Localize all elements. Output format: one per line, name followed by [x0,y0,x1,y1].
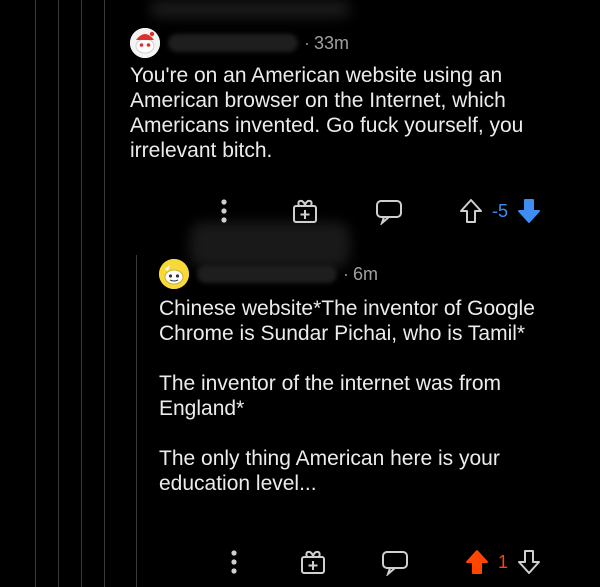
downvote-arrow-icon[interactable] [514,545,544,579]
downvote-arrow-icon[interactable] [514,194,544,228]
upvote-arrow-icon[interactable] [462,545,492,579]
gift-award-icon[interactable] [288,194,322,228]
comment-body: Chinese website*The inventor of Google C… [159,297,535,495]
vote-score: 1 [498,551,509,572]
comment-actions-reply: 1 [220,545,590,579]
comment-reply: · 6m Chinese website*The inventor of Goo… [159,257,589,496]
username-redacted[interactable] [168,34,298,52]
snoo-avatar-red-icon[interactable] [130,28,160,58]
meta-separator: · [343,263,349,284]
comment-actions-parent: -5 [210,194,580,228]
more-vertical-icon[interactable] [210,194,238,228]
comment-header: · 6m [159,257,589,291]
comment-parent: · 33m You're on an American website usin… [130,26,590,163]
vote-score: -5 [492,200,509,221]
comment-body: You're on an American website using an A… [130,64,524,162]
thread-line-4 [104,0,105,587]
more-vertical-icon[interactable] [220,545,248,579]
comment-header: · 33m [130,26,590,60]
thread-line-5 [136,255,137,587]
comment-timestamp: 33m [314,32,350,53]
thread-line-1 [35,0,36,587]
upvote-arrow-icon[interactable] [456,194,486,228]
thread-line-3 [81,0,82,587]
gift-award-icon[interactable] [296,545,330,579]
comment-timestamp: 6m [353,263,379,284]
reply-bubble-icon[interactable] [372,194,406,228]
redaction-blob-top [150,0,350,18]
meta-separator: · [304,32,310,53]
reply-bubble-icon[interactable] [378,545,412,579]
snoo-avatar-yellow-icon[interactable] [159,259,189,289]
username-redacted[interactable] [197,265,337,283]
thread-line-2 [58,0,59,587]
